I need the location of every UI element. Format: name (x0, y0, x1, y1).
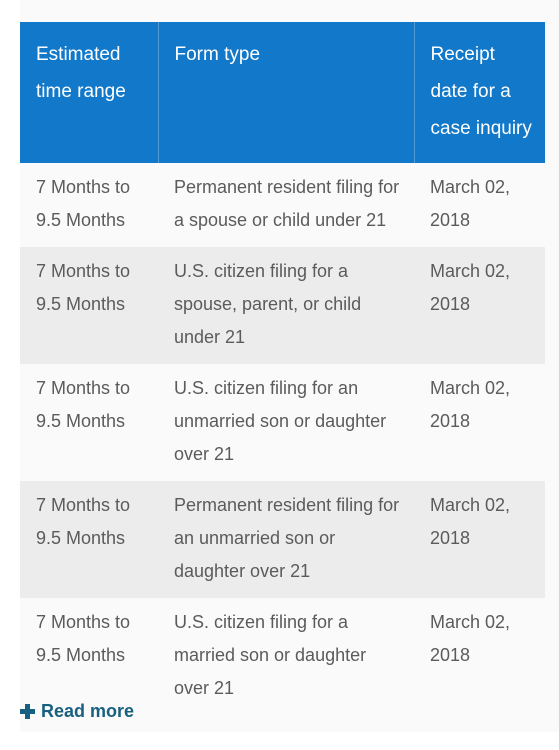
table-body: 7 Months to 9.5 Months Permanent residen… (20, 163, 545, 715)
table-row: 7 Months to 9.5 Months Permanent residen… (20, 163, 545, 247)
column-header-receipt-date: Receipt date for a case inquiry (414, 22, 545, 163)
cell-estimated-time-range: 7 Months to 9.5 Months (20, 598, 158, 715)
cell-estimated-time-range: 7 Months to 9.5 Months (20, 247, 158, 364)
processing-times-table: Estimated time range Form type Receipt d… (20, 22, 545, 715)
cell-estimated-time-range: 7 Months to 9.5 Months (20, 163, 158, 247)
page-root: Estimated time range Form type Receipt d… (0, 0, 559, 750)
table-row: 7 Months to 9.5 Months Permanent residen… (20, 481, 545, 598)
cell-receipt-date: March 02, 2018 (414, 481, 545, 598)
read-more-label: Read more (41, 701, 135, 721)
table-header: Estimated time range Form type Receipt d… (20, 22, 545, 163)
plus-icon (20, 703, 35, 719)
cell-receipt-date: March 02, 2018 (414, 598, 545, 715)
table-row: 7 Months to 9.5 Months U.S. citizen fili… (20, 247, 545, 364)
processing-times-table-wrapper: Estimated time range Form type Receipt d… (20, 22, 545, 715)
cell-receipt-date: March 02, 2018 (414, 163, 545, 247)
cell-form-type: U.S. citizen filing for a married son or… (158, 598, 414, 715)
cell-estimated-time-range: 7 Months to 9.5 Months (20, 364, 158, 481)
cell-estimated-time-range: 7 Months to 9.5 Months (20, 481, 158, 598)
table-row: 7 Months to 9.5 Months U.S. citizen fili… (20, 364, 545, 481)
cell-form-type: U.S. citizen filing for a spouse, parent… (158, 247, 414, 364)
cell-receipt-date: March 02, 2018 (414, 247, 545, 364)
column-header-estimated-time-range: Estimated time range (20, 22, 159, 163)
cell-receipt-date: March 02, 2018 (414, 364, 545, 481)
cell-form-type: Permanent resident filing for a spouse o… (158, 163, 414, 247)
column-header-form-type: Form type (158, 22, 415, 163)
table-header-row: Estimated time range Form type Receipt d… (20, 22, 545, 163)
table-row: 7 Months to 9.5 Months U.S. citizen fili… (20, 598, 545, 715)
cell-form-type: U.S. citizen filing for an unmarried son… (158, 364, 414, 481)
cell-form-type: Permanent resident filing for an unmarri… (158, 481, 414, 598)
read-more-link[interactable]: Read more (20, 700, 134, 722)
